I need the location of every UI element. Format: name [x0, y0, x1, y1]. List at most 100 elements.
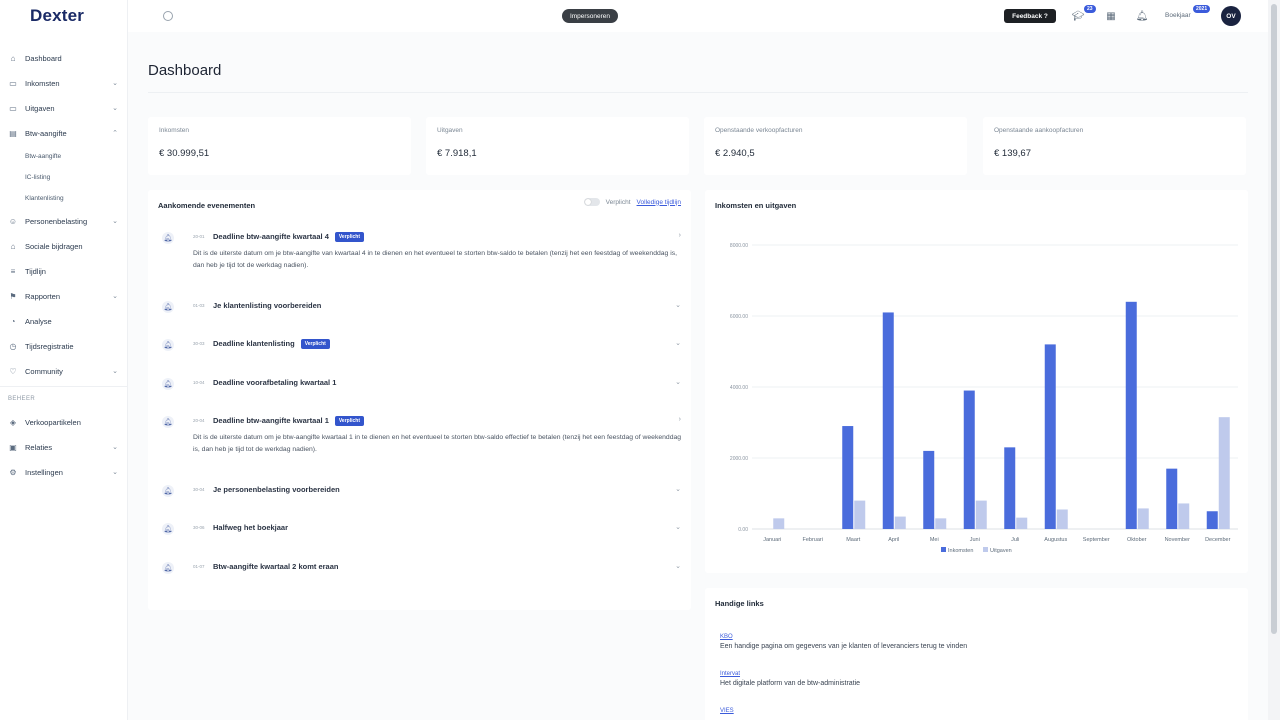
- stat-value: € 2.940,5: [715, 148, 755, 159]
- sidebar-item-rapporten[interactable]: ⚑ Rapporten ⌄: [0, 284, 128, 309]
- sidebar-subitem-klantenlisting[interactable]: Klantenlisting: [0, 188, 128, 209]
- stat-card-uitgaven: Uitgaven € 7.918,1: [426, 117, 689, 175]
- scroll-thumb[interactable]: [1271, 4, 1277, 634]
- bar-inkomsten: [1125, 301, 1137, 529]
- sidebar-item-label: Btw-aangifte: [25, 129, 67, 138]
- event-date: 10-04: [193, 380, 205, 385]
- bank-icon: ⌂: [10, 242, 16, 251]
- bar-uitgaven: [1178, 503, 1190, 529]
- scrollbar[interactable]: [1268, 0, 1280, 720]
- chevron-down-icon[interactable]: ⌄: [675, 562, 681, 570]
- divider: [148, 92, 1248, 93]
- chevron-down-icon[interactable]: ⌄: [675, 523, 681, 531]
- verplicht-tag: Verplicht: [334, 232, 364, 242]
- link-intervat[interactable]: Intervat: [720, 671, 860, 677]
- event-title-text: Je klantenlisting voorbereiden: [213, 301, 322, 310]
- sidebar-item-personenbelasting[interactable]: ☺ Personenbelasting ⌄: [0, 209, 128, 234]
- chevron-down-icon: ⌄: [112, 218, 118, 225]
- sidebar-item-label: Tijdsregistratie: [25, 342, 74, 351]
- sidebar-item-label: Instellingen: [25, 468, 63, 477]
- bar-inkomsten: [923, 450, 935, 529]
- full-timeline-link[interactable]: Volledige tijdlijn: [637, 199, 681, 206]
- link-item-intervat: Intervat Het digitale platform van de bt…: [720, 671, 860, 687]
- boekjaar-selector[interactable]: Boekjaar: [1165, 12, 1191, 19]
- topbar: Impersoneren Feedback ? 🎓︎ 23 ▦ 🔔︎ Boekj…: [128, 0, 1268, 32]
- sidebar-item-label: Tijdlijn: [25, 267, 46, 276]
- event-title: Je personenbelasting voorbereiden: [213, 485, 340, 494]
- bar-chart: 0.00 2000.00 4000.00 6000.00 8000.00 Januari F…: [730, 243, 1238, 554]
- legend-swatch: [941, 547, 946, 552]
- sidebar-item-relaties[interactable]: ▣ Relaties ⌄: [0, 435, 128, 460]
- stat-card-inkomsten: Inkomsten € 30.999,51: [148, 117, 411, 175]
- legend-label: Uitgaven: [990, 548, 1012, 554]
- chevron-down-icon[interactable]: ⌄: [675, 339, 681, 347]
- x-tick-label: April: [888, 537, 899, 543]
- chevron-right-icon[interactable]: ›: [679, 232, 681, 239]
- sidebar-item-community[interactable]: ♡ Community ⌄: [0, 359, 128, 384]
- sidebar-item-instellingen[interactable]: ⚙ Instellingen ⌄: [0, 460, 128, 485]
- sidebar-item-label: Relaties: [25, 443, 53, 452]
- sidebar-item-tijdlijn[interactable]: ≡ Tijdlijn: [0, 259, 128, 284]
- chevron-down-icon[interactable]: ⌄: [675, 485, 681, 493]
- chevron-down-icon: ⌄: [112, 444, 118, 451]
- sidebar-item-dashboard[interactable]: ⌂ Dashboard: [0, 46, 128, 71]
- chevron-down-icon: ⌄: [112, 80, 118, 87]
- sidebar-item-verkoopartikelen[interactable]: ◈ Verkoopartikelen: [0, 410, 128, 435]
- x-tick-label: November: [1165, 537, 1191, 543]
- sidebar-subitem-btw-aangifte[interactable]: Btw-aangifte: [0, 146, 128, 167]
- chevron-down-icon[interactable]: ⌄: [675, 378, 681, 386]
- sidebar-item-btw-aangifte[interactable]: ▤ Btw-aangifte ⌃: [0, 121, 128, 146]
- impersonate-button[interactable]: Impersoneren: [562, 9, 618, 23]
- event-date: 30-03: [193, 341, 205, 346]
- y-tick-label: 4000.00: [730, 385, 748, 391]
- sidebar-item-analyse[interactable]: ◔ Analyse: [0, 309, 128, 334]
- bar-inkomsten: [1166, 468, 1178, 529]
- sidebar-item-label: Uitgaven: [25, 104, 55, 113]
- bar-uitgaven: [1218, 417, 1230, 529]
- tag-icon: ◈: [9, 418, 17, 427]
- chevron-down-icon: ⌄: [112, 469, 118, 476]
- logo[interactable]: Dexter: [30, 6, 84, 26]
- calculator-icon[interactable]: ▦: [1104, 9, 1118, 23]
- sidebar-item-uitgaven[interactable]: ▭ Uitgaven ⌄: [0, 96, 128, 121]
- stat-value: € 30.999,51: [159, 148, 210, 159]
- bar-uitgaven: [1137, 508, 1149, 529]
- event-title-text: Halfweg het boekjaar: [213, 523, 289, 532]
- chevron-right-icon[interactable]: ›: [679, 416, 681, 423]
- sidebar-item-label: Verkoopartikelen: [25, 418, 81, 427]
- stat-value: € 139,67: [994, 148, 1031, 159]
- link-kbo[interactable]: KBO: [720, 634, 967, 640]
- chevron-down-icon: ⌄: [112, 105, 118, 112]
- bell-icon[interactable]: 🔔︎: [1135, 9, 1149, 23]
- feedback-button[interactable]: Feedback ?: [1004, 9, 1056, 23]
- academy-icon[interactable]: 🎓︎: [1071, 9, 1085, 23]
- sidebar-item-inkomsten[interactable]: ▭ Inkomsten ⌄: [0, 71, 128, 96]
- sidebar-item-tijdsregistratie[interactable]: ◷ Tijdsregistratie: [0, 334, 128, 359]
- sidebar-item-sociale-bijdragen[interactable]: ⌂ Sociale bijdragen: [0, 234, 128, 259]
- x-tick-label: Juli: [1011, 537, 1019, 543]
- chevron-down-icon[interactable]: ⌄: [675, 301, 681, 309]
- event-title-text: Deadline btw-aangifte kwartaal 4: [213, 232, 329, 241]
- boekjaar-badge: 2021: [1193, 5, 1211, 13]
- event-date: 01-03: [193, 303, 205, 308]
- verplicht-toggle[interactable]: [583, 198, 600, 206]
- legend-swatch: [983, 547, 988, 552]
- event-description: Dit is de uiterste datum om je btw-aangi…: [193, 434, 682, 453]
- event-title-text: Je personenbelasting voorbereiden: [213, 485, 340, 494]
- avatar[interactable]: OV: [1221, 6, 1241, 26]
- link-vies[interactable]: VIES: [720, 708, 734, 714]
- bar-uitgaven: [854, 500, 866, 529]
- flag-icon: ⚑: [9, 292, 17, 301]
- event-title: Je klantenlisting voorbereiden: [213, 301, 321, 310]
- x-tick-label: Augustus: [1044, 537, 1067, 543]
- verplicht-tag: Verplicht: [334, 416, 364, 426]
- collapse-sidebar-icon[interactable]: [163, 11, 173, 21]
- contacts-icon: ▣: [9, 443, 17, 452]
- sidebar-subitem-ic-listing[interactable]: IC-listing: [0, 167, 128, 188]
- chevron-up-icon: ⌃: [112, 130, 118, 137]
- chevron-down-icon: ⌄: [112, 293, 118, 300]
- y-tick-label: 8000.00: [730, 243, 748, 249]
- page-title: Dashboard: [148, 62, 222, 79]
- bell-icon: 🔔︎: [162, 378, 174, 390]
- events-controls: Verplicht Volledige tijdlijn: [583, 198, 681, 206]
